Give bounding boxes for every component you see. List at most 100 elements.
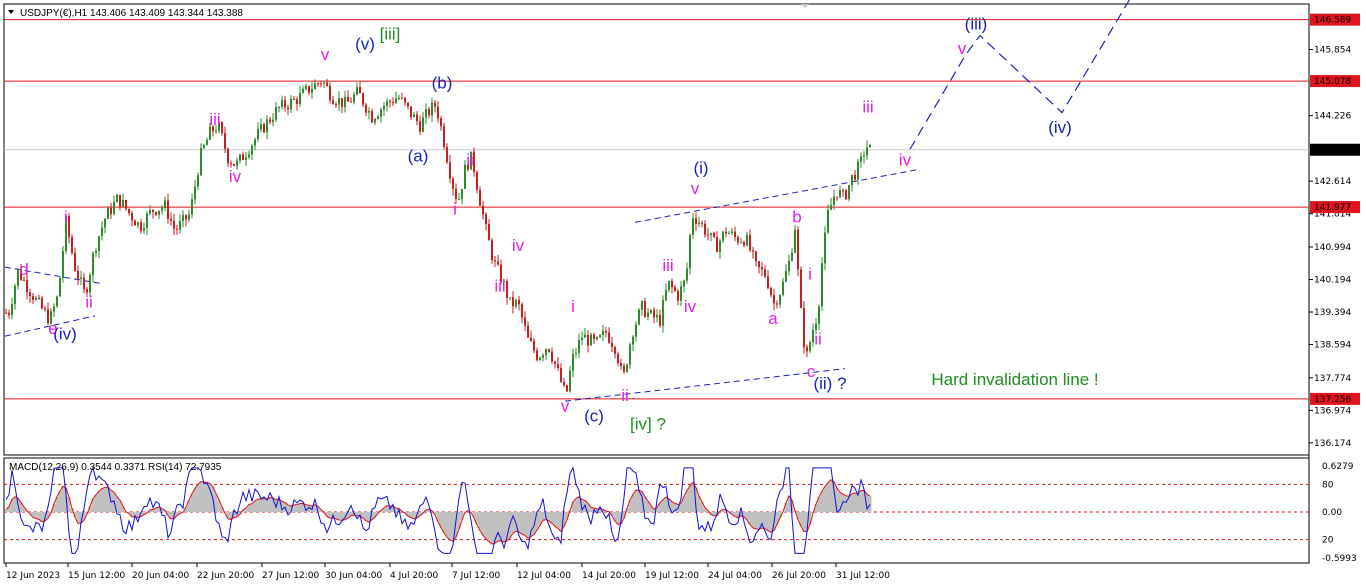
candle-body <box>821 263 823 307</box>
candle-body <box>269 119 271 122</box>
macd-hist-bar <box>823 486 827 512</box>
wave-label: i <box>808 264 812 283</box>
candle-body <box>113 201 115 214</box>
candle-body <box>791 252 793 261</box>
candle-body <box>587 334 589 346</box>
candle-body <box>674 287 676 291</box>
candle-body <box>356 86 358 95</box>
candle-body <box>197 175 199 187</box>
candle-body <box>98 236 100 251</box>
symbol-info: USDJPY(€),H1 143.406 143.409 143.344 143… <box>20 8 243 19</box>
candle-body <box>539 357 541 360</box>
macd-hist-bar <box>523 512 527 536</box>
y-tick-label: 136.174 <box>1314 439 1351 449</box>
candle-body <box>833 196 835 205</box>
macd-hist-bar <box>661 499 665 512</box>
candle-body <box>338 98 340 105</box>
y-tick-label: 139.394 <box>1314 308 1351 318</box>
price-chart[interactable]: de(iv)iiiiiiivv(v)[iii](b)(a) iiiiviiiivi… <box>0 0 1366 588</box>
indicator-tick-label: 80 <box>1322 480 1334 490</box>
candle-body <box>242 154 244 160</box>
wave-label: (a) <box>408 146 429 165</box>
candle-body <box>758 261 760 268</box>
y-tick-label: 137.774 <box>1314 374 1351 384</box>
candle-body <box>323 82 325 84</box>
macd-hist-bar <box>259 499 263 512</box>
candle-body <box>554 361 556 365</box>
candle-body <box>461 188 463 199</box>
candle-body <box>770 287 772 296</box>
x-tick-label: 19 Jul 12:00 <box>645 571 699 581</box>
candle-body <box>818 306 820 324</box>
macd-hist-bar <box>448 512 452 541</box>
x-tick-label: 31 Jul 12:00 <box>836 571 890 581</box>
wave-label: iv <box>899 151 912 170</box>
candle-body <box>518 299 520 305</box>
candle-body <box>491 240 493 261</box>
x-tick-label: 26 Jul 20:00 <box>772 571 826 581</box>
wave-label: i <box>64 207 68 226</box>
candle-body <box>38 297 40 299</box>
candle-body <box>638 309 640 325</box>
macd-hist-bar <box>442 512 446 533</box>
candle-body <box>236 160 238 166</box>
level-tag: 141.977 <box>1314 203 1351 213</box>
candle-body <box>572 353 574 371</box>
candle-body <box>224 133 226 149</box>
candle-body <box>260 124 262 130</box>
candle-body <box>431 102 433 116</box>
candle-body <box>158 210 160 215</box>
candle-body <box>170 218 172 221</box>
candle-body <box>842 190 844 192</box>
candle-body <box>104 218 106 228</box>
candle-body <box>425 109 427 118</box>
candle-body <box>755 251 757 262</box>
candle-body <box>851 174 853 186</box>
candle-body <box>347 96 349 102</box>
candle-body <box>62 251 64 278</box>
wave-label: iv <box>512 236 525 255</box>
macd-hist-bar <box>337 512 341 521</box>
macd-hist-bar <box>268 497 272 512</box>
wave-label: (v) <box>355 35 375 54</box>
candle-body <box>233 163 235 166</box>
candle-body <box>722 231 724 241</box>
candle-body <box>296 99 298 104</box>
candle-body <box>731 231 733 234</box>
candle-body <box>593 334 595 340</box>
candle-body <box>617 353 619 364</box>
candle-body <box>542 355 544 358</box>
candle-body <box>863 155 865 157</box>
macd-hist-bar <box>199 481 203 512</box>
wave-label: v <box>691 179 700 198</box>
candle-body <box>131 213 133 221</box>
candle-body <box>605 330 607 333</box>
candle-body <box>662 300 664 326</box>
candle-body <box>143 228 145 231</box>
candle-body <box>761 267 763 270</box>
candle-body <box>230 163 232 165</box>
wave-label: ii <box>814 329 822 348</box>
macd-hist-bar <box>547 512 551 521</box>
candle-body <box>773 295 775 304</box>
candle-body <box>668 280 670 290</box>
candle-body <box>728 233 730 235</box>
candle-body <box>392 101 394 104</box>
candle-body <box>767 276 769 288</box>
macd-hist-bar <box>589 507 593 512</box>
candle-body <box>365 104 367 113</box>
wave-label: iii <box>209 110 220 129</box>
candle-body <box>527 325 529 338</box>
current-price-tag: 143.388 <box>1314 146 1351 156</box>
candle-body <box>389 100 391 102</box>
candle-body <box>11 303 13 316</box>
candle-body <box>35 297 37 300</box>
y-tick-label: 140.194 <box>1314 276 1351 286</box>
candle-body <box>368 111 370 113</box>
candle-body <box>173 220 175 229</box>
candle-body <box>866 147 868 156</box>
macd-hist-bar <box>634 490 638 512</box>
wave-label: v <box>321 45 330 64</box>
candle-body <box>302 88 304 93</box>
candle-body <box>416 114 418 122</box>
